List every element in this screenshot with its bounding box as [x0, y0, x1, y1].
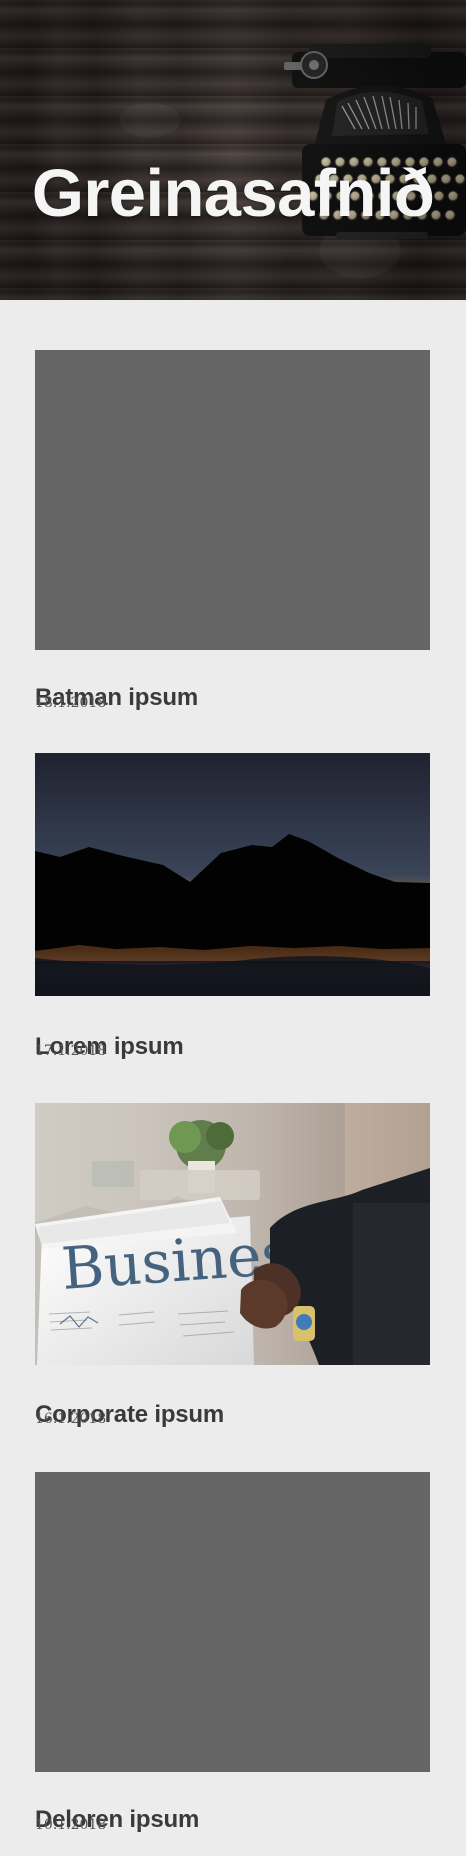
article-library-page: Greinasafnið Batman ipsum 18.1.2018 Lore… — [0, 0, 466, 1856]
article-date: 10.1.2018 — [35, 1817, 107, 1833]
hero-header: Greinasafnið — [0, 0, 466, 300]
article-card-deloren-ipsum[interactable]: Deloren ipsum 10.1.2018 — [35, 1472, 430, 1833]
article-image-placeholder[interactable] — [35, 1472, 430, 1772]
article-image-business-newspaper[interactable]: Business — [35, 1103, 430, 1365]
article-image-placeholder[interactable] — [35, 350, 430, 650]
article-date: 16.1.2018 — [35, 1411, 107, 1427]
article-card-lorem-ipsum[interactable]: Lorem ipsum 17.1.2018 — [35, 753, 430, 1060]
article-date: 18.1.2018 — [35, 695, 107, 711]
article-card-batman-ipsum[interactable]: Batman ipsum 18.1.2018 — [35, 350, 430, 711]
article-card-corporate-ipsum[interactable]: Business Corporate ipsum 16.1.2018 — [35, 1103, 430, 1428]
business-newspaper-photo: Business — [35, 1103, 430, 1365]
site-title: Greinasafnið — [31, 155, 435, 231]
article-image-mountain-sunset[interactable] — [35, 753, 430, 996]
hero-overlay — [0, 0, 466, 300]
mountain-sunset-photo — [35, 753, 430, 996]
article-date: 17.1.2018 — [35, 1043, 107, 1059]
